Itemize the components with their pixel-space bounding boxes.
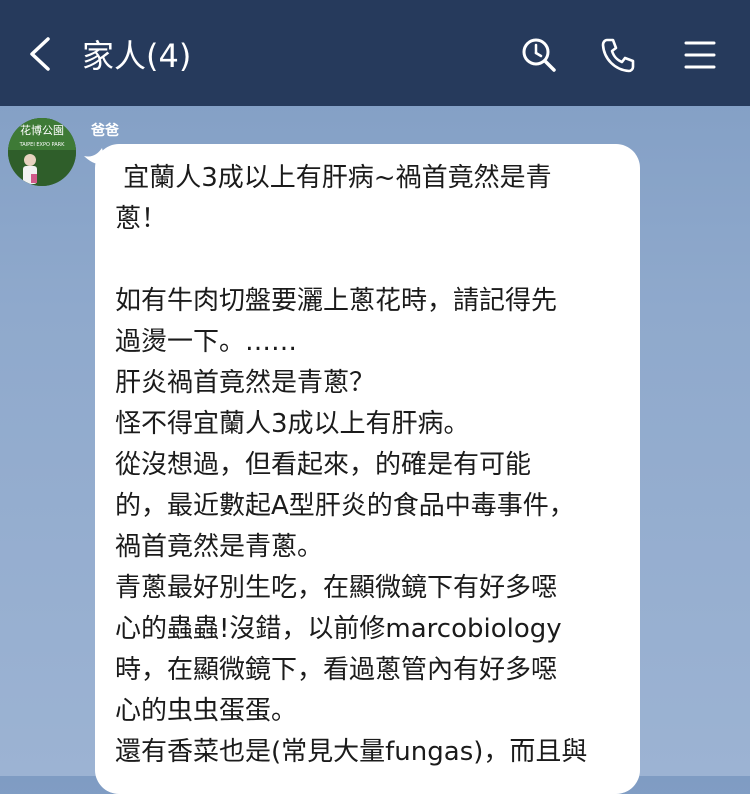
search-icon[interactable] [519,35,559,75]
phone-icon[interactable] [598,35,638,75]
sender-name: 爸爸 [91,123,119,139]
sender-avatar[interactable]: 花博公園 TAIPEI EXPO PARK [8,118,76,186]
chat-title: 家人(4) [82,37,192,75]
avatar-subtext: TAIPEI EXPO PARK [19,142,66,148]
menu-icon[interactable] [680,35,720,75]
message-bubble[interactable]: 宜蘭人3成以上有肝病~禍首竟然是青 蔥！ 如有牛肉切盤要灑上蔥花時，請記得先 過… [95,144,640,794]
avatar-photo: 花博公園 TAIPEI EXPO PARK [8,118,76,186]
chat-header: 家人(4) [0,0,750,106]
message-text: 宜蘭人3成以上有肝病~禍首竟然是青 蔥！ 如有牛肉切盤要灑上蔥花時，請記得先 過… [115,163,588,767]
back-chevron-icon[interactable] [24,36,54,72]
avatar-text: 花博公園 [20,124,64,137]
chat-area[interactable]: 花博公園 TAIPEI EXPO PARK 爸爸 宜蘭人3成以上有肝病~禍首竟然… [0,106,750,794]
